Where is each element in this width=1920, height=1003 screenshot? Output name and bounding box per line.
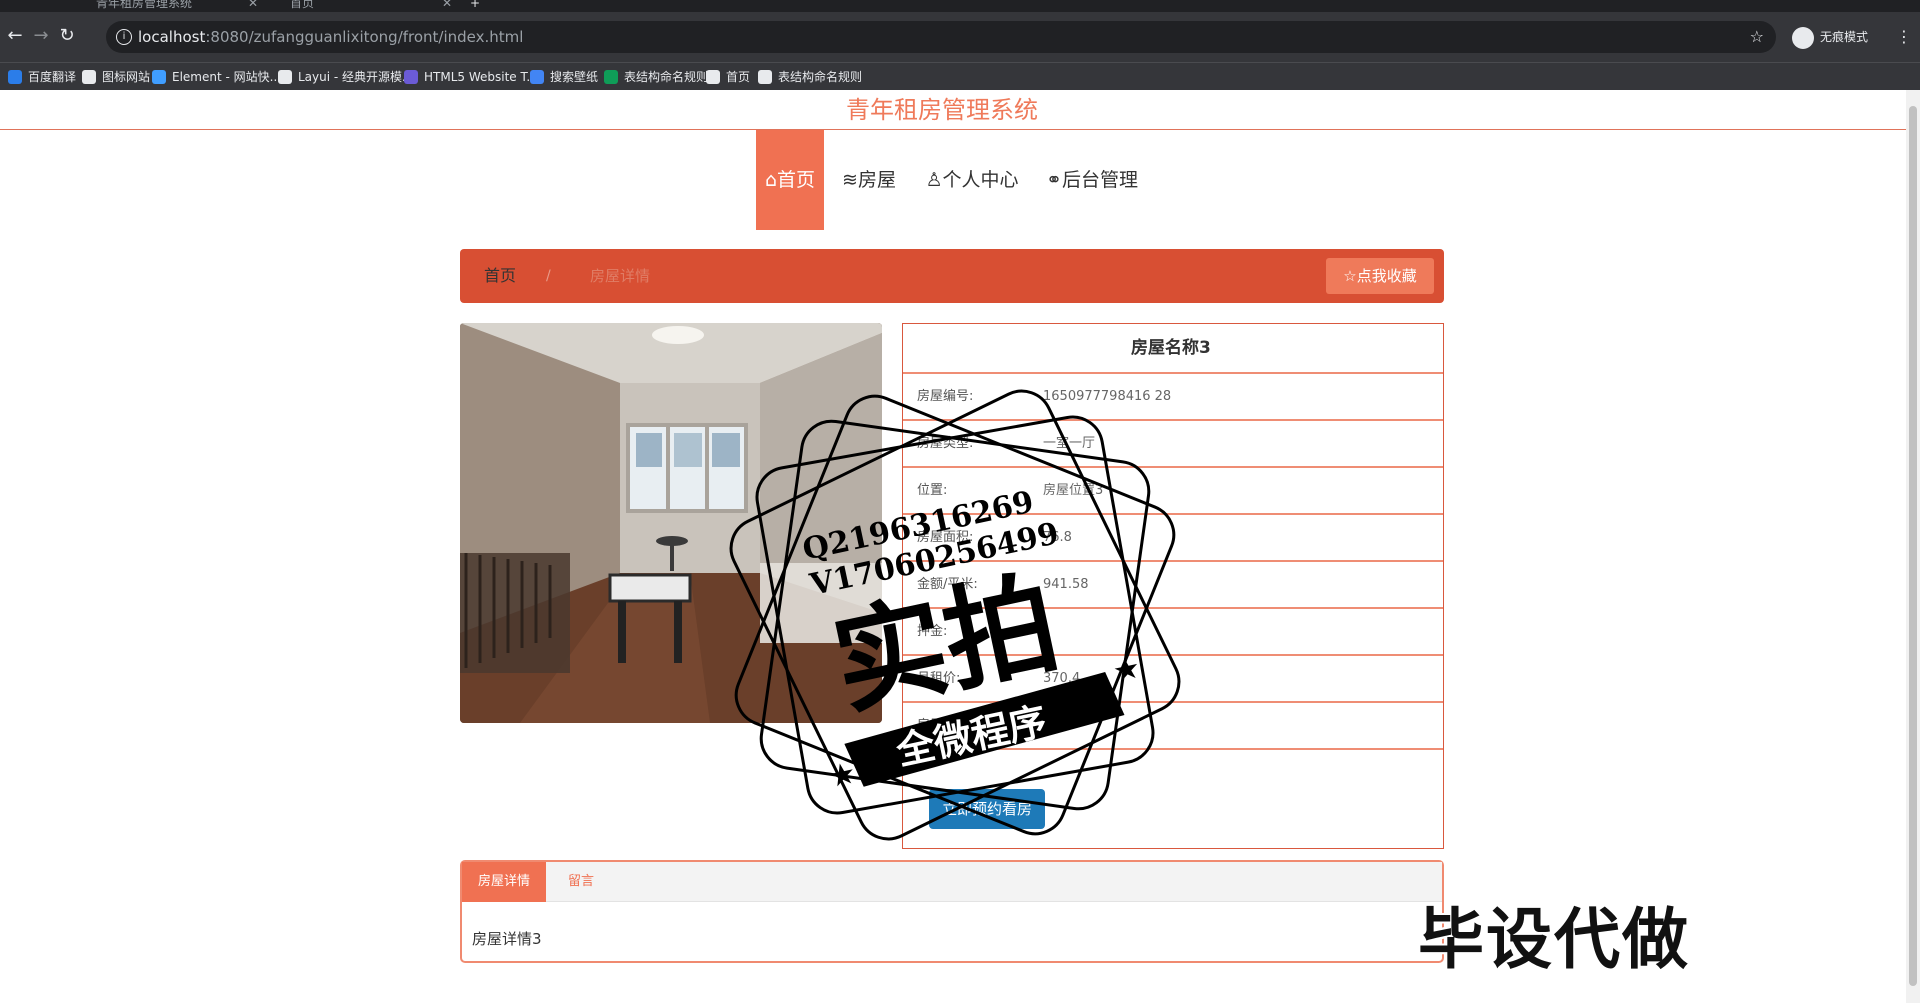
- bookmark-label: 表结构命名规则: [624, 70, 709, 84]
- bookmark-item[interactable]: HTML5 Website T...: [404, 63, 538, 91]
- breadcrumb-current: 房屋详情: [590, 267, 651, 285]
- incognito-indicator[interactable]: 无痕模式: [1792, 26, 1869, 49]
- address-bar[interactable]: i localhost:8080/zufangguanlixitong/fron…: [106, 21, 1776, 53]
- incognito-label: 无痕模式: [1820, 30, 1869, 44]
- browser-menu-icon[interactable]: ⋮: [1896, 26, 1912, 48]
- breadcrumb-separator: /: [546, 268, 551, 284]
- browser-toolbar: ← → ↻ i localhost:8080/zufangguanlixiton…: [0, 12, 1920, 62]
- bookmarks-bar: 百度翻译 图标网站 Element - 网站快... Layui - 经典开源模...…: [0, 62, 1920, 90]
- back-icon[interactable]: ←: [4, 25, 26, 47]
- bookmark-label: 搜索壁纸: [550, 70, 599, 84]
- tabs-header: 房屋详情 留言: [462, 862, 1442, 902]
- bookmark-label: 表结构命名规则: [778, 70, 863, 84]
- url-host: localhost: [138, 28, 206, 46]
- breadcrumb-home[interactable]: 首页: [484, 249, 516, 303]
- nav-houses[interactable]: ≋房屋: [840, 130, 898, 230]
- page-scrollbar[interactable]: [1906, 90, 1920, 1003]
- site-info-icon[interactable]: i: [116, 29, 132, 45]
- bookmark-label: 图标网站: [102, 70, 151, 84]
- forward-icon[interactable]: →: [30, 25, 52, 47]
- star-icon: ★: [1110, 650, 1144, 690]
- bookmark-item[interactable]: 百度翻译: [8, 63, 76, 91]
- bookmark-label: 首页: [726, 70, 751, 84]
- html5-icon: [404, 69, 418, 84]
- scrollbar-thumb[interactable]: [1909, 106, 1917, 986]
- flag-icon: [82, 69, 96, 84]
- bookmark-item[interactable]: Layui - 经典开源模...: [278, 63, 413, 91]
- house-name: 房屋名称3: [1131, 338, 1211, 358]
- bookmark-label: 百度翻译: [28, 70, 77, 84]
- bookmark-item[interactable]: 首页: [706, 63, 750, 91]
- browser-tab-2[interactable]: 首页 ✕: [272, 0, 452, 12]
- bookmark-star-icon[interactable]: ☆: [1750, 21, 1764, 53]
- site-title: 青年租房管理系统: [846, 96, 1038, 124]
- nav-admin[interactable]: ⚭后台管理: [1042, 130, 1142, 230]
- nav-home[interactable]: ⌂首页: [756, 130, 824, 230]
- bookmark-item[interactable]: 表结构命名规则: [758, 63, 862, 91]
- bookmark-item[interactable]: 图标网站: [82, 63, 150, 91]
- watermark-stamp: Q2196316269 V17060256499 实拍 全微程序 ★ ★: [729, 389, 1181, 841]
- url-path: :8080/zufangguanlixitong/front/index.htm…: [205, 28, 524, 46]
- breadcrumb: 首页 / 房屋详情 ☆点我收藏: [460, 249, 1444, 303]
- wallpaper-icon: [530, 69, 544, 84]
- bookmark-label: HTML5 Website T...: [424, 70, 538, 84]
- incognito-icon: [1792, 26, 1814, 49]
- globe-icon: [706, 69, 720, 84]
- bookmark-item[interactable]: 表结构命名规则: [604, 63, 708, 91]
- browser-tab-strip: 青年租房管理系统 ✕ 首页 ✕ +: [0, 0, 1920, 12]
- bookmark-item[interactable]: 搜索壁纸: [530, 63, 598, 91]
- nav-personal-center[interactable]: ♙个人中心: [922, 130, 1022, 230]
- reload-icon[interactable]: ↻: [56, 25, 78, 47]
- close-icon[interactable]: ✕: [442, 0, 452, 12]
- tab-messages[interactable]: 留言: [568, 862, 594, 902]
- sheet-icon: [604, 69, 618, 84]
- close-icon[interactable]: ✕: [248, 0, 258, 12]
- url-text[interactable]: localhost:8080/zufangguanlixitong/front/…: [138, 21, 523, 53]
- bookmark-label: Layui - 经典开源模...: [298, 70, 414, 84]
- tab-title: 首页: [290, 0, 315, 10]
- page: 青年租房管理系统 ⌂首页 ≋房屋 ♙个人中心 ⚭后台管理 首页 / 房屋详情 ☆…: [0, 90, 1920, 1003]
- tab-house-details[interactable]: 房屋详情: [462, 862, 546, 902]
- side-watermark-text: 毕设代做: [1418, 901, 1690, 978]
- favorite-button[interactable]: ☆点我收藏: [1326, 258, 1434, 294]
- element-icon: [152, 69, 166, 84]
- globe-icon: [758, 69, 772, 84]
- tab-title: 青年租房管理系统: [96, 0, 193, 10]
- detail-tabs: 房屋详情 留言 房屋详情3: [460, 860, 1444, 963]
- bookmark-item[interactable]: Element - 网站快...: [152, 63, 281, 91]
- layui-icon: [278, 69, 292, 84]
- new-tab-button[interactable]: +: [470, 0, 486, 12]
- site-header: 青年租房管理系统: [0, 90, 1920, 130]
- tab-content: 房屋详情3: [472, 930, 542, 948]
- bookmark-label: Element - 网站快...: [172, 70, 282, 84]
- browser-tab-1[interactable]: 青年租房管理系统 ✕: [78, 0, 258, 12]
- translate-icon: [8, 69, 22, 84]
